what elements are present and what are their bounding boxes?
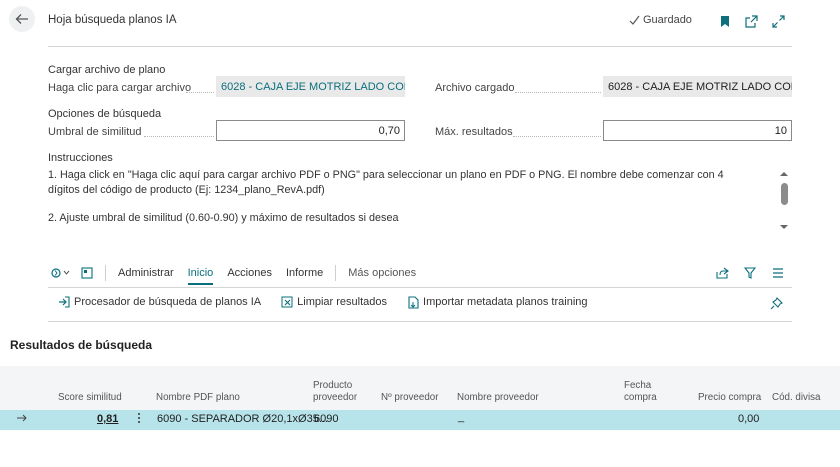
search-options-heading: Opciones de búsqueda	[48, 108, 162, 120]
cell-vendor-name: _	[458, 411, 465, 423]
instructions-line-2: 2. Ajuste umbral de similitud (0.60-0.90…	[48, 212, 399, 224]
run-process-icon	[58, 296, 70, 308]
saved-status: Guardado	[629, 14, 692, 26]
pin-icon[interactable]	[770, 297, 783, 313]
tab-acciones[interactable]: Acciones	[220, 267, 279, 279]
page-view-icon[interactable]	[74, 264, 100, 282]
clear-results-button[interactable]: Limpiar resultados	[281, 296, 387, 308]
col-currency[interactable]: Cód. divisa	[772, 392, 820, 404]
col-product[interactable]: Producto proveedor	[313, 380, 373, 404]
action-bar: Administrar Inicio Acciones Informe Más …	[48, 262, 792, 285]
process-search-label: Procesador de búsqueda de planos IA	[74, 296, 262, 308]
saved-label: Guardado	[643, 14, 692, 26]
copilot-icon[interactable]	[48, 264, 74, 282]
col-purchase-date[interactable]: Fecha compra	[624, 380, 664, 404]
share-icon[interactable]	[708, 264, 736, 282]
scroll-up-icon[interactable]	[777, 168, 791, 178]
cell-price: 0,00	[738, 413, 760, 425]
tab-inicio[interactable]: Inicio	[181, 267, 221, 285]
back-button[interactable]	[9, 6, 35, 32]
actions-divider	[48, 321, 792, 322]
clear-icon	[281, 296, 293, 308]
actions-row: Procesador de búsqueda de planos IA Limp…	[58, 295, 588, 309]
filter-icon[interactable]	[736, 264, 764, 282]
separator	[335, 265, 337, 281]
more-options-button[interactable]: Más opciones	[341, 267, 423, 279]
separator	[105, 265, 106, 281]
arrow-left-icon	[15, 14, 28, 24]
instructions-heading: Instrucciones	[48, 152, 113, 164]
max-results-label: Máx. resultados	[435, 126, 513, 138]
actionbar-divider	[48, 287, 792, 288]
clear-results-label: Limpiar resultados	[297, 296, 388, 308]
scroll-thumb[interactable]	[781, 183, 788, 205]
field-dots	[144, 136, 214, 137]
header-toolbar-3	[769, 12, 787, 30]
page-title: Hoja búsqueda planos IA	[48, 14, 177, 26]
tab-informe[interactable]: Informe	[279, 267, 330, 279]
upload-section-heading: Cargar archivo de plano	[48, 64, 166, 76]
header-toolbar	[716, 12, 734, 30]
checkmark-icon	[629, 15, 640, 25]
col-price[interactable]: Precio compra	[698, 392, 761, 404]
open-new-window-icon[interactable]	[742, 12, 760, 30]
row-menu-icon[interactable]	[136, 411, 142, 428]
field-dots	[515, 92, 601, 93]
bookmark-icon[interactable]	[716, 12, 734, 30]
field-dots	[513, 136, 601, 137]
tab-administrar[interactable]: Administrar	[111, 267, 181, 279]
results-title: Resultados de búsqueda	[10, 338, 153, 352]
list-view-icon[interactable]	[764, 264, 792, 282]
table-row[interactable]: 0,81 6090 - SEPARADOR Ø20,1xØ35... 6090 …	[0, 410, 840, 430]
click-upload-label: Haga clic para cargar archivo	[48, 82, 192, 94]
threshold-input[interactable]: 0,70	[216, 120, 405, 141]
instructions-line-1: 1. Haga click en "Haga clic aquí para ca…	[48, 169, 724, 196]
cell-score[interactable]: 0,81	[97, 413, 118, 425]
header-toolbar-2	[742, 12, 760, 30]
process-search-button[interactable]: Procesador de búsqueda de planos IA	[58, 296, 261, 308]
scroll-down-icon[interactable]	[777, 222, 791, 232]
instructions-text: 1. Haga click en "Haga clic aquí para ca…	[48, 168, 748, 226]
import-metadata-button[interactable]: Importar metadata planos training	[407, 295, 588, 309]
results-grid-header: Score similitud Nombre PDF plano Product…	[0, 366, 840, 410]
field-dots	[186, 92, 214, 93]
col-vendor-name[interactable]: Nombre proveedor	[457, 392, 539, 404]
import-metadata-label: Importar metadata planos training	[423, 296, 588, 308]
cell-pdf-name: 6090 - SEPARADOR Ø20,1xØ35...	[157, 413, 328, 425]
expand-icon[interactable]	[769, 12, 787, 30]
loaded-file-label: Archivo cargado	[435, 82, 515, 94]
upload-file-link[interactable]: 6028 - CAJA EJE MOTRIZ LADO CON...	[216, 76, 405, 97]
cell-product: 6090	[314, 413, 339, 425]
max-results-input[interactable]: 10	[603, 120, 792, 141]
row-selected-arrow-icon	[16, 412, 28, 427]
loaded-file-value: 6028 - CAJA EJE MOTRIZ LADO CON...	[603, 76, 792, 97]
threshold-label: Umbral de similitud	[48, 126, 142, 138]
col-vendor-no[interactable]: Nº proveedor	[381, 392, 439, 404]
document-import-icon	[407, 295, 419, 309]
col-pdf-name[interactable]: Nombre PDF plano	[156, 392, 240, 404]
header-divider	[48, 46, 792, 47]
col-score[interactable]: Score similitud	[58, 392, 122, 404]
